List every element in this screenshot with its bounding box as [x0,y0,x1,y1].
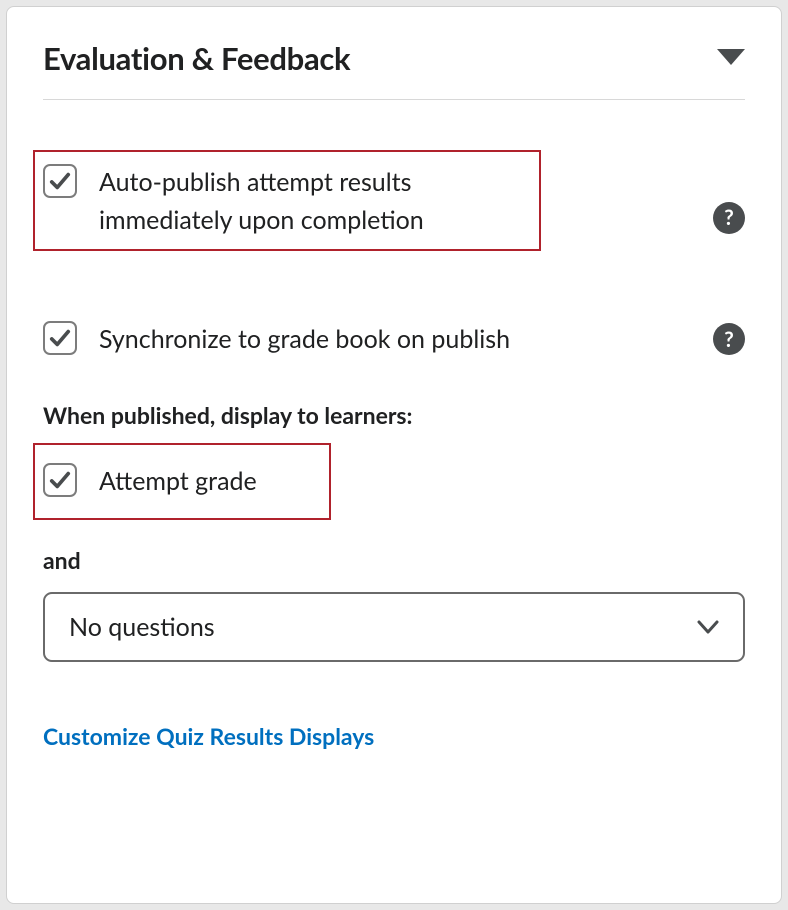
option-attempt-grade: Attempt grade [43,461,319,501]
and-label: and [43,546,745,574]
questions-dropdown[interactable]: No questions [43,592,745,662]
auto-publish-checkbox[interactable] [43,164,77,198]
collapse-icon[interactable] [717,49,745,67]
help-icon-auto-publish[interactable]: ? [713,202,745,234]
highlight-attempt-grade: Attempt grade [33,443,331,521]
option-sync-gradebook: Synchronize to grade book on publish ? [43,319,745,359]
option-auto-publish: Auto-publish attempt results immediately… [43,162,531,239]
attempt-grade-checkbox[interactable] [43,463,77,497]
auto-publish-label: Auto-publish attempt results immediately… [99,162,499,239]
customize-quiz-results-link[interactable]: Customize Quiz Results Displays [43,722,374,750]
evaluation-feedback-panel: Evaluation & Feedback Auto-publish attem… [6,6,782,904]
panel-title: Evaluation & Feedback [43,39,350,77]
chevron-down-icon [697,620,719,634]
panel-header[interactable]: Evaluation & Feedback [43,39,745,100]
dropdown-selected-value: No questions [69,612,215,642]
display-to-learners-heading: When published, display to learners: [43,401,745,429]
highlight-auto-publish: Auto-publish attempt results immediately… [33,150,541,251]
sync-gradebook-label: Synchronize to grade book on publish [99,319,510,359]
help-icon-sync-gradebook[interactable]: ? [713,323,745,355]
attempt-grade-label: Attempt grade [99,461,257,501]
sync-gradebook-checkbox[interactable] [43,321,77,355]
